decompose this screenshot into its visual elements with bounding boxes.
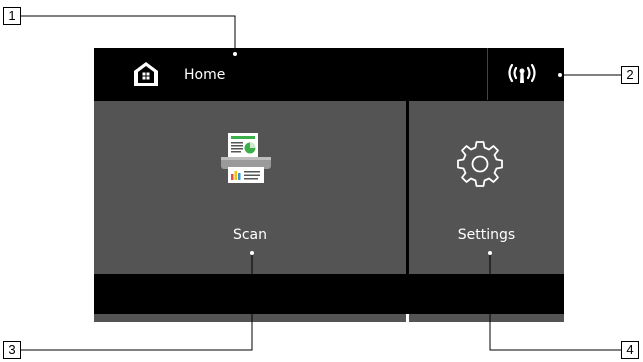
callout-3: 3 <box>3 341 21 359</box>
callout-2: 2 <box>621 66 639 84</box>
scan-label: Scan <box>232 227 268 243</box>
scanner-icon <box>221 133 271 183</box>
top-bar: Home <box>94 48 564 100</box>
bottom-bar <box>94 274 564 314</box>
wireless-signal-icon <box>508 63 536 83</box>
settings-label: Settings <box>457 227 516 243</box>
printer-touchscreen: Home Scan Settings <box>94 48 564 322</box>
callout-1: 1 <box>3 7 21 25</box>
wireless-status-button[interactable] <box>488 48 564 100</box>
gear-icon <box>457 141 503 187</box>
home-title: Home <box>184 67 226 83</box>
callout-4: 4 <box>621 341 639 359</box>
home-icon <box>134 62 158 86</box>
home-button[interactable]: Home <box>94 48 486 100</box>
